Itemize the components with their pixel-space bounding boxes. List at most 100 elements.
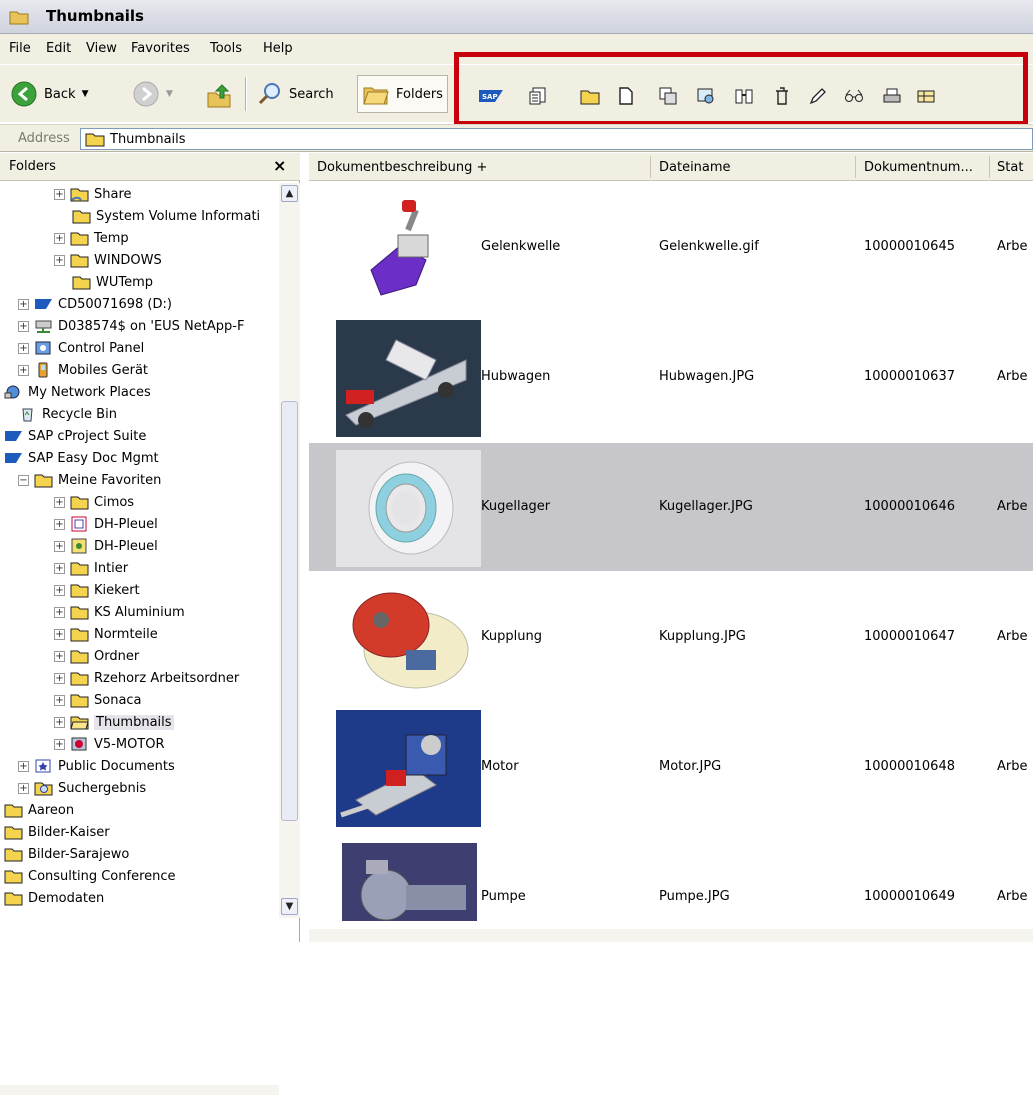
expand-toggle[interactable]: +	[54, 562, 65, 574]
tree-item[interactable]: Recycle Bin	[18, 403, 117, 425]
thumbnail[interactable]	[336, 710, 481, 827]
expand-toggle[interactable]: +	[54, 232, 65, 244]
tree-item[interactable]: System Volume Informati	[72, 205, 260, 227]
tree-item[interactable]: + Intier	[54, 557, 128, 579]
table-row[interactable]: Hubwagen Hubwagen.JPG 10000010637 Arbe	[309, 313, 1033, 441]
motor-folder-icon	[71, 737, 87, 751]
address-value: Thumbnails	[110, 131, 186, 147]
expand-toggle[interactable]: +	[54, 738, 65, 750]
col-status[interactable]: Stat	[997, 160, 1023, 175]
tree-item[interactable]: + WINDOWS	[54, 249, 162, 271]
cell-filename: Kugellager.JPG	[659, 499, 753, 514]
tree-item[interactable]: Demodaten	[4, 887, 104, 909]
tree-item[interactable]: + Rzehorz Arbeitsordner	[54, 667, 239, 689]
address-field[interactable]: Thumbnails	[80, 128, 1033, 150]
tree-item[interactable]: + Control Panel	[18, 337, 144, 359]
back-dropdown-icon[interactable]: ▼	[82, 89, 89, 99]
search-button[interactable]: Search	[257, 77, 334, 111]
tree-item[interactable]: Bilder-Sarajewo	[4, 843, 129, 865]
expand-toggle[interactable]: +	[54, 518, 65, 530]
menu-tools[interactable]: Tools	[210, 41, 242, 56]
tree-item[interactable]: + Ordner	[54, 645, 139, 667]
expand-toggle[interactable]: +	[54, 188, 65, 200]
table-row[interactable]: Kugellager Kugellager.JPG 10000010646 Arbe	[309, 443, 1033, 571]
forward-dropdown-icon[interactable]: ▼	[166, 89, 173, 99]
tree-item[interactable]: + Thumbnails	[54, 711, 174, 733]
col-dateiname[interactable]: Dateiname	[659, 160, 731, 175]
tree-item[interactable]: SAP cProject Suite	[4, 425, 146, 447]
expand-toggle[interactable]: +	[18, 760, 29, 772]
expand-toggle[interactable]: +	[18, 298, 29, 310]
folders-hscrollbar[interactable]	[0, 1085, 279, 1095]
expand-toggle[interactable]: +	[18, 782, 29, 794]
expand-toggle[interactable]: −	[18, 474, 29, 486]
tree-item[interactable]: SAP Easy Doc Mgmt	[4, 447, 159, 469]
menu-view[interactable]: View	[86, 41, 117, 56]
folder-icon	[70, 694, 89, 708]
folders-icon	[363, 87, 389, 105]
table-row[interactable]: Motor Motor.JPG 10000010648 Arbe	[309, 703, 1033, 831]
forward-button[interactable]: ▼	[132, 77, 173, 111]
tree-item[interactable]: + V5-MOTOR	[54, 733, 165, 755]
tree-item[interactable]: − Meine Favoriten	[18, 469, 161, 491]
thumbnail[interactable]	[336, 320, 481, 437]
menu-favorites[interactable]: Favorites	[131, 41, 190, 56]
tree-item[interactable]: My Network Places	[4, 381, 151, 403]
expand-toggle[interactable]: +	[54, 628, 65, 640]
folders-scrollbar[interactable]: ▲ ▼	[279, 183, 300, 918]
tree-item[interactable]: + Sonaca	[54, 689, 142, 711]
expand-toggle[interactable]: +	[54, 254, 65, 266]
tree-item[interactable]: Consulting Conference	[4, 865, 176, 887]
tree-item[interactable]: Folien	[4, 909, 66, 914]
list-hscrollbar[interactable]	[309, 929, 1033, 942]
col-dokumentnummer[interactable]: Dokumentnum...	[864, 160, 973, 175]
expand-toggle[interactable]: +	[54, 716, 65, 728]
tree-item[interactable]: + Public Documents	[18, 755, 175, 777]
scrollbar-thumb[interactable]	[281, 401, 298, 821]
folder-icon	[70, 584, 89, 598]
close-icon[interactable]: ×	[273, 156, 286, 175]
tree-item[interactable]: + Kiekert	[54, 579, 140, 601]
tree-item[interactable]: Aareon	[4, 799, 74, 821]
tree-item[interactable]: + KS Aluminium	[54, 601, 185, 623]
expand-toggle[interactable]: +	[54, 606, 65, 618]
expand-toggle[interactable]: +	[54, 672, 65, 684]
tree-item[interactable]: Bilder-Kaiser	[4, 821, 110, 843]
folders-button[interactable]: Folders	[357, 75, 448, 113]
cell-status: Arbe	[997, 239, 1028, 254]
expand-toggle[interactable]: +	[18, 342, 29, 354]
table-row[interactable]: Gelenkwelle Gelenkwelle.gif 10000010645 Arb…	[309, 183, 1033, 311]
thumbnail[interactable]	[336, 190, 481, 307]
tree-item[interactable]: WUTemp	[72, 271, 153, 293]
expand-toggle[interactable]: +	[54, 584, 65, 596]
tree-item[interactable]: + DH-Pleuel	[54, 513, 158, 535]
scroll-up-icon[interactable]: ▲	[281, 185, 298, 202]
menu-file[interactable]: File	[9, 41, 31, 56]
expand-toggle[interactable]: +	[54, 694, 65, 706]
expand-toggle[interactable]: +	[18, 320, 29, 332]
tree-item[interactable]: + D038574$ on 'EUS NetApp-F	[18, 315, 244, 337]
tree-item[interactable]: + Normteile	[54, 623, 158, 645]
thumbnail[interactable]	[336, 580, 481, 697]
tree-item[interactable]: + Cimos	[54, 491, 134, 513]
tree-item[interactable]: + Mobiles Gerät	[18, 359, 148, 381]
cell-description: Motor	[481, 759, 519, 774]
menu-edit[interactable]: Edit	[46, 41, 71, 56]
up-folder-icon[interactable]	[205, 79, 235, 113]
col-dokumentbeschreibung[interactable]: Dokumentbeschreibung +	[317, 160, 487, 175]
scroll-down-icon[interactable]: ▼	[281, 898, 298, 915]
back-button[interactable]: Back ▼	[10, 77, 88, 111]
tree-item[interactable]: + DH-Pleuel	[54, 535, 158, 557]
expand-toggle[interactable]: +	[54, 496, 65, 508]
thumbnail[interactable]	[336, 450, 481, 567]
expand-toggle[interactable]: +	[18, 364, 29, 376]
menu-help[interactable]: Help	[263, 41, 293, 56]
tree-item[interactable]: + CD50071698 (D:)	[18, 293, 172, 315]
table-row[interactable]: Kupplung Kupplung.JPG 10000010647 Arbe	[309, 573, 1033, 701]
tree-item[interactable]: + Temp	[54, 227, 129, 249]
expand-toggle[interactable]: +	[54, 650, 65, 662]
tree-item[interactable]: + Suchergebnis	[18, 777, 146, 799]
tree-item-label: Mobiles Gerät	[58, 362, 149, 378]
tree-item[interactable]: + Share	[54, 183, 132, 205]
expand-toggle[interactable]: +	[54, 540, 65, 552]
